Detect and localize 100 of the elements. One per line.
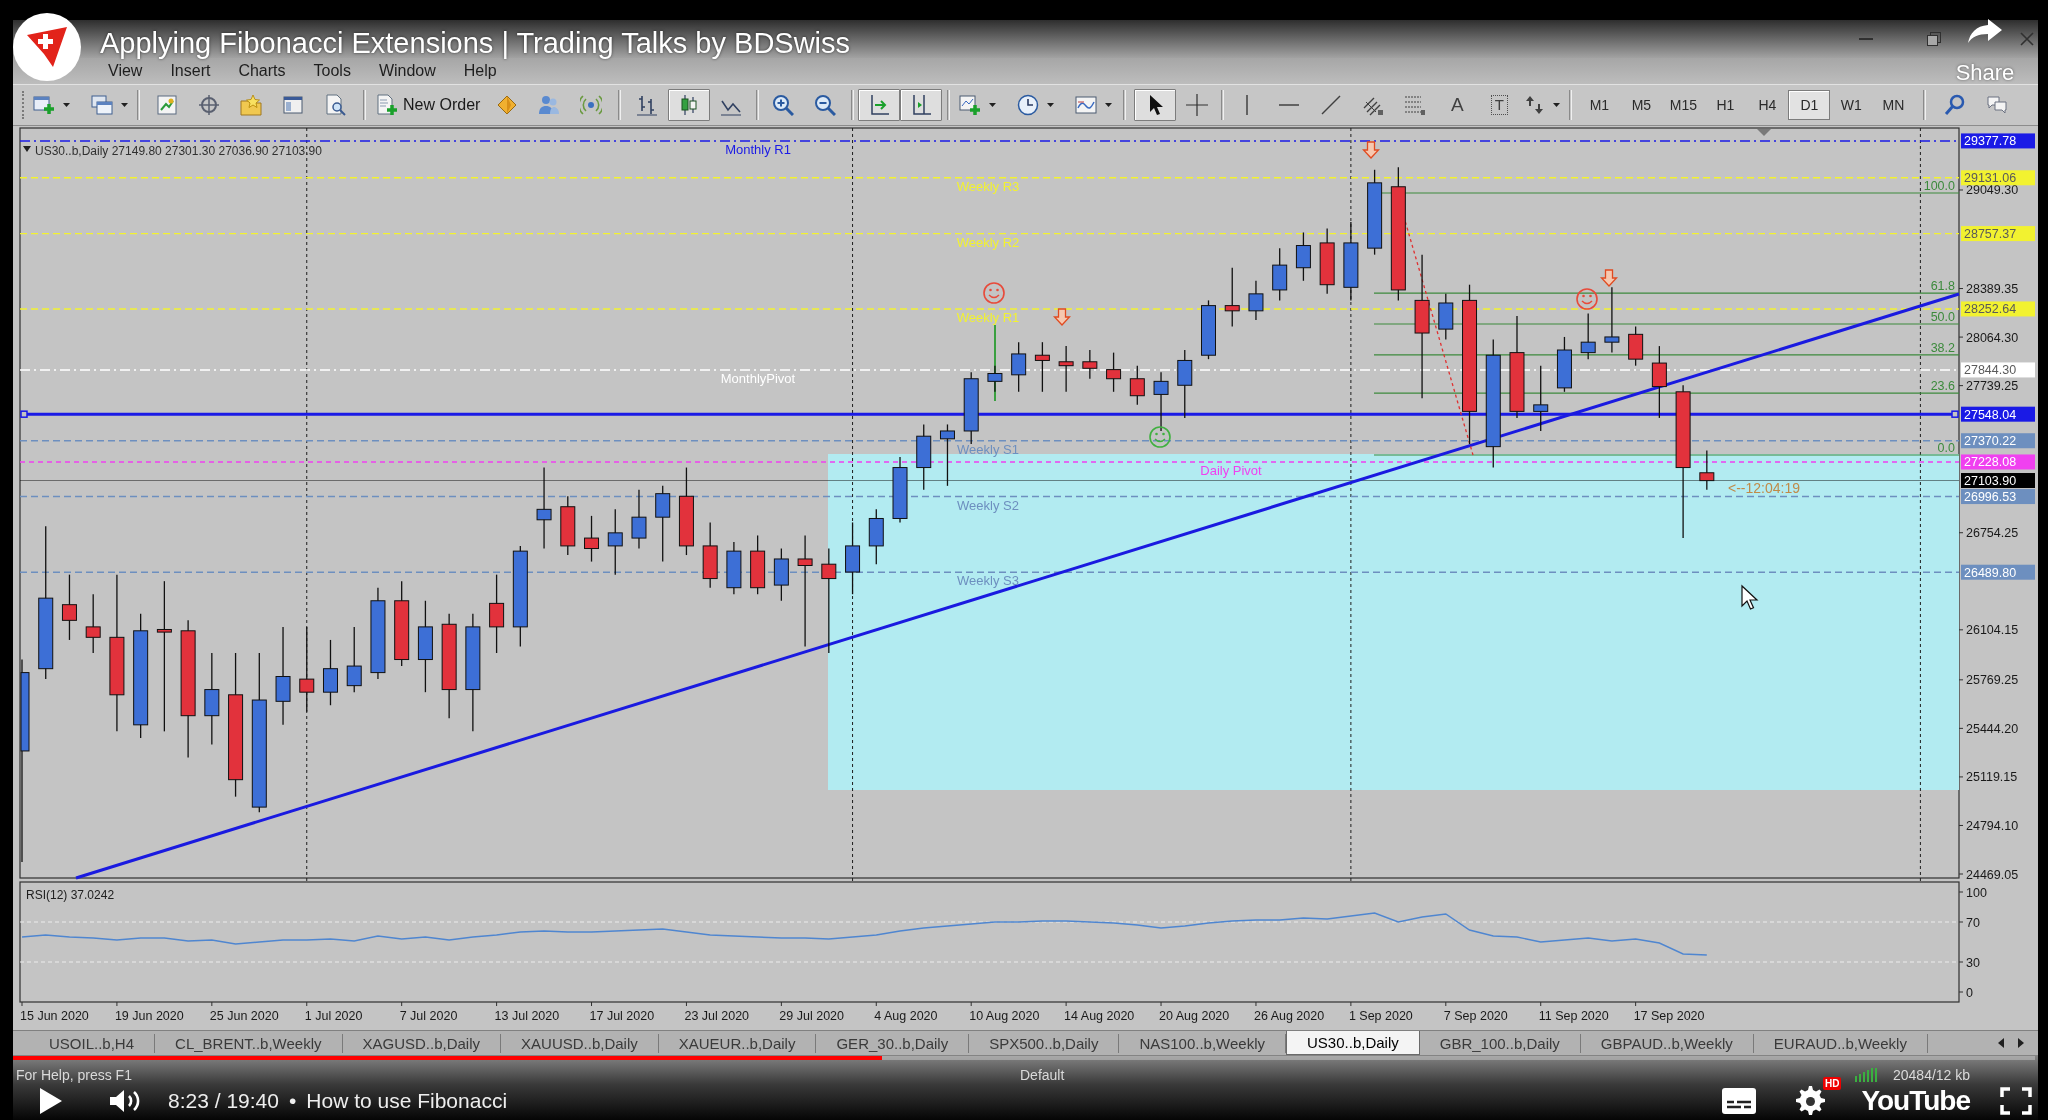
bullish-candle (607, 508, 623, 576)
caret-icon[interactable] (1552, 103, 1560, 107)
volume-icon[interactable] (110, 1088, 142, 1114)
chapter-title[interactable]: How to use Fibonacci (306, 1089, 508, 1113)
vertical-line-icon[interactable] (1245, 95, 1250, 115)
level-label: Weekly R1 (956, 309, 1020, 325)
timeframe-button[interactable]: W1 (1830, 90, 1873, 120)
level-label: Daily Pivot (1200, 462, 1262, 478)
smiley-icon (983, 282, 1005, 304)
chart-tab[interactable]: XAGUSD..b,Daily (342, 1033, 502, 1053)
crosshair-circle-icon[interactable] (198, 94, 220, 116)
level-label: Weekly S2 (957, 497, 1019, 513)
trend-line[interactable] (75, 292, 1960, 880)
fullscreen-icon[interactable] (2000, 1087, 2032, 1115)
caret-icon[interactable] (1104, 103, 1112, 107)
diamond-icon[interactable] (496, 94, 519, 116)
bearish-candle (1129, 365, 1145, 406)
date-axis-label: 19 Jun 2020 (114, 1009, 184, 1023)
price-tag: 26489.80 (1961, 564, 2035, 580)
date-axis-label: 10 Aug 2020 (969, 1009, 1040, 1023)
horizontal-line-icon[interactable] (1279, 103, 1300, 107)
triangle-down-icon[interactable] (23, 146, 31, 152)
timeframe-button[interactable]: D1 (1788, 90, 1831, 120)
star-folder-icon[interactable] (240, 94, 262, 116)
menu-item[interactable]: Insert (170, 62, 211, 80)
price-tag: 29377.78 (1961, 133, 2035, 149)
auto-scroll-icon (868, 94, 891, 116)
chart-tab[interactable]: EURAUD..b,Weekly (1753, 1033, 1928, 1053)
chart-tab[interactable]: US30..b,Daily (1286, 1031, 1420, 1055)
date-axis-label: 7 Sep 2020 (1443, 1009, 1508, 1023)
menu-item[interactable]: View (108, 62, 143, 80)
play-icon[interactable] (40, 1088, 62, 1114)
timeframe-button[interactable]: M5 (1620, 90, 1663, 120)
horizontal-line[interactable] (20, 410, 1959, 418)
smiley-icon (1576, 288, 1598, 310)
chart-tab[interactable]: CL_BRENT..b,Weekly (155, 1033, 343, 1053)
price-tag: 27103.90 (1961, 473, 2035, 488)
chat-bubbles-icon[interactable] (1986, 94, 2009, 116)
chart-type-button[interactable] (668, 89, 711, 121)
chart-tab[interactable]: GER_30..b,Daily (816, 1033, 970, 1053)
chart-view-toggle-button[interactable] (900, 89, 943, 121)
date-axis-label: 20 Aug 2020 (1159, 1009, 1230, 1023)
chart-tab[interactable]: GBR_100..b,Daily (1419, 1033, 1581, 1053)
chart-plus-icon[interactable] (959, 94, 982, 116)
chart-box-icon[interactable] (156, 94, 178, 116)
bullish-candle (1201, 299, 1216, 360)
bearish-candle (1058, 345, 1074, 393)
price-tag: 28252.64 (1961, 301, 2035, 317)
trend-line-icon[interactable] (1321, 95, 1342, 115)
search-icon[interactable] (1944, 94, 1967, 116)
player-logo[interactable]: YouTube (1861, 1085, 1970, 1117)
chart-tab[interactable]: USOIL..b,H4 (29, 1033, 156, 1053)
close-icon[interactable] (2020, 32, 2034, 46)
menu-item[interactable]: Help (463, 62, 497, 80)
price-axis-label: 25119.15 (1966, 770, 2018, 785)
new-order-button[interactable]: New Order (372, 89, 487, 121)
caret-icon[interactable] (1046, 103, 1054, 107)
zoom-in-icon[interactable] (772, 94, 795, 116)
caret-icon[interactable] (120, 103, 128, 107)
shift-marker-icon[interactable] (1757, 129, 1771, 136)
panel-window-icon[interactable] (282, 94, 304, 116)
chart-tab[interactable]: GBPAUD..b,Weekly (1580, 1033, 1754, 1053)
clock-icon[interactable] (1017, 94, 1040, 116)
bullish-candle (1604, 286, 1620, 354)
price-axis-label: 28064.30 (1966, 330, 2019, 345)
video-title[interactable]: Applying Fibonacci Extensions | Trading Talks by BDSwiss (100, 27, 851, 60)
text-label-tool-button[interactable]: T (1490, 95, 1508, 115)
timeframe-button[interactable]: H4 (1746, 90, 1789, 120)
menu-item[interactable]: Tools (313, 62, 351, 80)
document-plus-icon (376, 94, 398, 116)
chart-view-toggle-button[interactable] (858, 89, 901, 121)
signal-waves-icon[interactable] (580, 94, 603, 116)
scroll-left-icon[interactable] (1998, 1038, 2004, 1048)
caret-icon[interactable] (988, 103, 996, 107)
channel-logo-icon[interactable] (13, 13, 81, 81)
timeframe-button[interactable]: MN (1872, 90, 1915, 120)
price-tag: 29131.06 (1961, 170, 2035, 186)
progress-track[interactable] (13, 1056, 2035, 1060)
timeframe-button[interactable]: M1 (1578, 90, 1621, 120)
menu-item[interactable]: Window (378, 62, 436, 80)
chart-tab[interactable]: XAUUSD..b,Daily (501, 1033, 659, 1053)
document-search-icon[interactable] (324, 94, 346, 116)
timeframe-button[interactable]: H1 (1704, 90, 1747, 120)
stacked-windows-icon[interactable] (91, 94, 113, 116)
restore-icon[interactable] (1927, 32, 1941, 46)
chart-template-icon[interactable] (1075, 94, 1098, 116)
text-tool-button[interactable]: A (1451, 94, 1464, 116)
menu-item[interactable]: Charts (238, 62, 286, 80)
zoom-out-icon[interactable] (814, 94, 837, 116)
level-label: Weekly S3 (957, 573, 1019, 589)
scroll-right-icon[interactable] (2018, 1038, 2024, 1048)
timeframe-button[interactable]: M15 (1662, 90, 1705, 120)
subtitles-icon[interactable] (1722, 1088, 1757, 1114)
window-plus-icon[interactable] (33, 94, 55, 116)
fib-levels-icon[interactable] (1404, 94, 1427, 116)
pointer-tool-button[interactable] (1134, 89, 1177, 121)
caret-icon[interactable] (62, 103, 70, 107)
chart-tab[interactable]: SPX500..b,Daily (969, 1033, 1120, 1053)
chart-tab[interactable]: XAUEUR..b,Daily (658, 1033, 817, 1053)
date-axis-label: 25 Jun 2020 (209, 1009, 279, 1023)
